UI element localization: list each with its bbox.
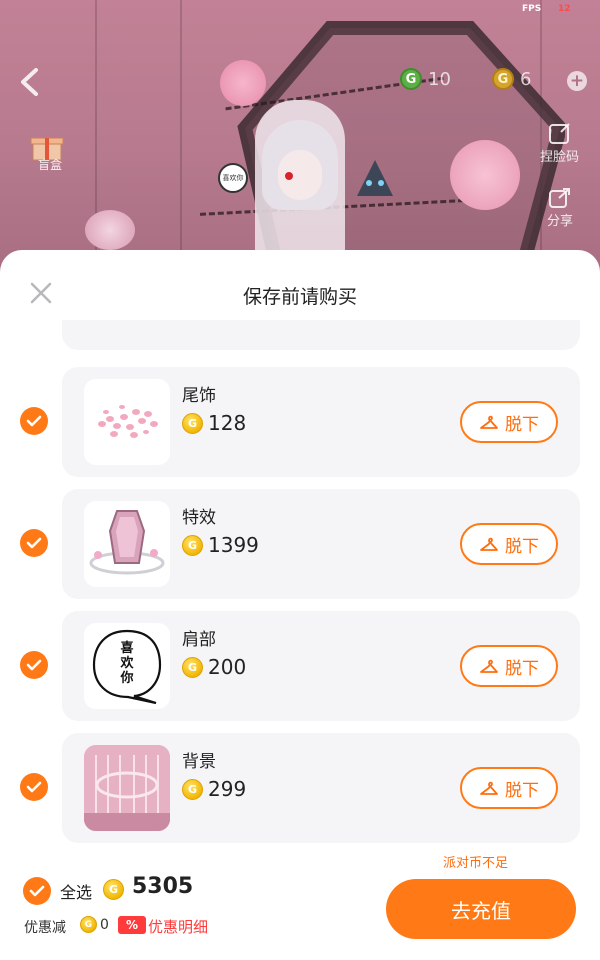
item-card: 背景 G 299 脱下: [62, 733, 580, 843]
discount-percent-icon[interactable]: %: [118, 916, 146, 934]
select-all-label[interactable]: 全选: [60, 879, 92, 903]
share-button[interactable]: 分享: [547, 186, 573, 229]
gold-coin-value: 6: [520, 68, 532, 90]
cat-pet-icon: [357, 160, 393, 196]
face-code-label: 捏脸码: [540, 150, 580, 165]
item-name: 背景: [182, 752, 216, 772]
item-price: G 1399: [182, 533, 259, 557]
add-currency-button[interactable]: +: [567, 71, 587, 91]
party-coin-icon: G: [182, 656, 203, 678]
checkmark-icon: [26, 537, 42, 549]
party-coin-icon: G: [182, 534, 203, 556]
party-coin-icon: G: [182, 412, 203, 434]
checkmark-icon: [29, 885, 45, 897]
item-name: 尾饰: [182, 386, 216, 406]
discount-label: 优惠减: [24, 920, 66, 936]
green-coin-icon: G: [400, 68, 422, 90]
blind-box-label: 盲盒: [38, 158, 63, 172]
item-checkbox[interactable]: [20, 651, 48, 679]
item-checkbox[interactable]: [20, 529, 48, 557]
item-checkbox[interactable]: [20, 407, 48, 435]
hanger-icon: [480, 659, 498, 673]
item-checkbox[interactable]: [20, 773, 48, 801]
item-price: G 299: [182, 777, 246, 801]
item-price-value: 128: [208, 411, 247, 435]
item-price-value: 1399: [208, 533, 259, 557]
take-off-button[interactable]: 脱下: [460, 401, 558, 443]
item-thumbnail-crystal-coffin: [84, 501, 170, 587]
flower-decoration: [450, 140, 520, 210]
item-price: G 128: [182, 411, 246, 435]
checkmark-icon: [26, 415, 42, 427]
checkmark-icon: [26, 781, 42, 793]
item-name: 肩部: [182, 630, 216, 650]
gold-coin-counter: G 6: [492, 68, 531, 90]
party-coin-icon: G: [80, 916, 97, 933]
sheet-title: 保存前请购买: [242, 286, 357, 308]
discount-value: 0: [100, 917, 109, 933]
checkmark-icon: [26, 659, 42, 671]
fps-value: 12: [558, 4, 571, 14]
insufficient-balance-notice: 派对币不足: [443, 856, 509, 871]
back-icon[interactable]: [14, 64, 44, 100]
party-coin-icon: G: [182, 778, 203, 800]
avatar-eye: [285, 172, 293, 180]
take-off-button[interactable]: 脱下: [460, 645, 558, 687]
speech-bubble: 喜欢你: [218, 163, 248, 193]
party-coin-icon: G: [103, 879, 124, 900]
gold-coin-icon: G: [492, 68, 514, 90]
take-off-button[interactable]: 脱下: [460, 767, 558, 809]
list-item: 特效 G 1399 脱下: [0, 489, 600, 599]
share-label: 分享: [547, 214, 574, 229]
item-price-value: 200: [208, 655, 247, 679]
hanger-icon: [480, 415, 498, 429]
flower-decoration: [220, 60, 266, 106]
select-all-checkbox[interactable]: [23, 877, 51, 905]
take-off-label: 脱下: [505, 780, 539, 801]
item-list[interactable]: 尾饰 G 128 脱下 特效 G 1399 脱下 喜欢你 肩部 G 200 脱下…: [0, 320, 600, 850]
speech-bubble-text: 喜欢你: [120, 641, 134, 686]
share-icon: [549, 188, 570, 208]
hanger-icon: [480, 781, 498, 795]
partial-item-card: [62, 320, 580, 350]
purchase-sheet: 保存前请购买 尾饰 G 128 脱下 特效 G 1399 脱下 喜欢你 肩部 G…: [0, 250, 600, 960]
discount-detail-link[interactable]: 优惠明细: [148, 916, 208, 937]
wall-stripe: [180, 0, 182, 270]
face-code-icon: [548, 123, 570, 144]
green-coin-value: 10: [428, 68, 451, 90]
take-off-label: 脱下: [505, 658, 539, 679]
total-price: 5305: [132, 874, 194, 899]
hanger-icon: [480, 537, 498, 551]
item-thumbnail-petals: [84, 379, 170, 465]
item-thumbnail-pink-room: [84, 745, 170, 831]
list-item: 喜欢你 肩部 G 200 脱下: [0, 611, 600, 721]
item-price-value: 299: [208, 777, 247, 801]
item-thumbnail-speech-bubble: 喜欢你: [84, 623, 170, 709]
item-card: 喜欢你 肩部 G 200 脱下: [62, 611, 580, 721]
take-off-label: 脱下: [505, 414, 539, 435]
take-off-button[interactable]: 脱下: [460, 523, 558, 565]
fps-label: FPS: [522, 4, 542, 14]
green-coin-counter: G 10: [400, 68, 451, 90]
recharge-button[interactable]: 去充值: [386, 879, 576, 939]
list-item: 背景 G 299 脱下: [0, 733, 600, 843]
item-card: 尾饰 G 128 脱下: [62, 367, 580, 477]
game-scene-background: 喜欢你 FPS 12 G 10 G 6 + 捏脸码 分享 盲盒: [0, 0, 600, 270]
list-item: 尾饰 G 128 脱下: [0, 367, 600, 477]
item-name: 特效: [182, 508, 216, 528]
face-code-button[interactable]: 捏脸码: [540, 122, 579, 165]
item-price: G 200: [182, 655, 246, 679]
item-card: 特效 G 1399 脱下: [62, 489, 580, 599]
flower-decoration: [85, 210, 135, 250]
take-off-label: 脱下: [505, 536, 539, 557]
